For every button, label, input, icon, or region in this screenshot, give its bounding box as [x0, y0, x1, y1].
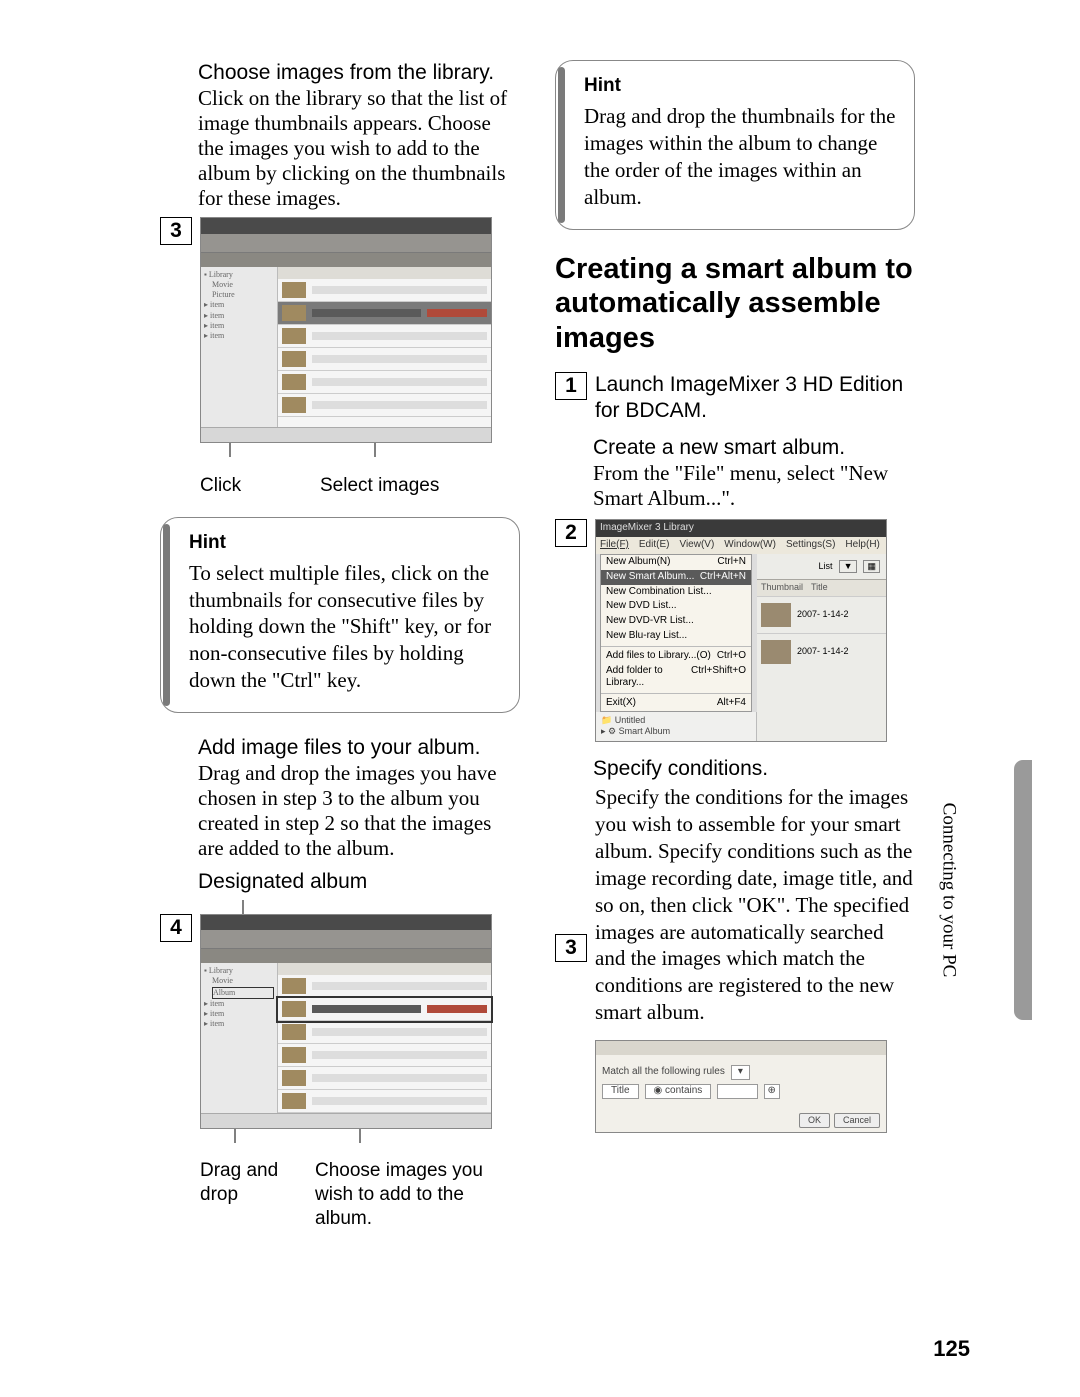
hint-text: To select multiple files, click on the t…: [189, 560, 501, 694]
left-column: Choose images from the library. Click on…: [160, 60, 520, 1240]
dropdown-icon[interactable]: ▾: [731, 1065, 750, 1080]
col-title: Title: [811, 582, 828, 594]
menu-add-folder[interactable]: Add folder to Library...Ctrl+Shift+O: [601, 664, 751, 692]
step3-number: 3: [160, 217, 192, 245]
r-step3-number: 3: [555, 934, 587, 962]
step4-designated-label: Designated album: [198, 869, 520, 895]
step4-callout-lines: [200, 1129, 490, 1147]
r-step1-number: 1: [555, 372, 587, 400]
list-label: List: [819, 561, 833, 573]
section-heading: Creating a smart album to automatically …: [555, 252, 915, 356]
hint-box-left: Hint To select multiple files, click on …: [160, 517, 520, 713]
side-tab: Connecting to your PC: [1010, 760, 1032, 1020]
step4-text: Drag and drop the images you have chosen…: [198, 761, 520, 861]
r-step2-text: From the "File" menu, select "New Smart …: [593, 461, 915, 511]
dropdown-icon[interactable]: ▼: [839, 560, 858, 574]
sidebar-smart-album[interactable]: ▸ ⚙ Smart Album: [601, 726, 751, 738]
step4-callout-choose: Choose images you wish to add to the alb…: [315, 1159, 520, 1232]
dlg-field-title[interactable]: Title: [602, 1084, 639, 1099]
r-step3-screenshot: Match all the following rules ▾ Title ◉ …: [595, 1040, 887, 1133]
step3-callout-lines: [200, 443, 490, 463]
page-number: 125: [933, 1336, 970, 1362]
grid-icon[interactable]: ▦: [863, 560, 880, 574]
step4-callout-drag: Drag and drop: [200, 1159, 315, 1208]
menu-new-dvdvr[interactable]: New DVD-VR List...: [601, 614, 751, 629]
step3-callout-click: Click: [200, 474, 280, 498]
hint-title-right: Hint: [584, 75, 896, 97]
menu-exit[interactable]: Exit(X)Alt+F4: [601, 696, 751, 711]
dlg-ok-button[interactable]: OK: [799, 1113, 830, 1129]
hint-box-right: Hint Drag and drop the thumbnails for th…: [555, 60, 915, 230]
step3-text: Click on the library so that the list of…: [198, 86, 520, 211]
menubar-settings[interactable]: Settings(S): [786, 539, 835, 552]
menu-new-dvd[interactable]: New DVD List...: [601, 599, 751, 614]
step4-screenshot: ▪ Library Movie Album ▸ item ▸ item ▸ it…: [200, 914, 492, 1130]
menu-new-album[interactable]: New Album(N)Ctrl+N: [601, 555, 751, 570]
step3-callout-select: Select images: [280, 474, 520, 498]
row-date-1: 2007- 1-14-2: [797, 609, 849, 621]
menu-new-bluray[interactable]: New Blu-ray List...: [601, 629, 751, 644]
menubar-edit[interactable]: Edit(E): [639, 539, 670, 552]
step4-top-pointer: [198, 900, 528, 914]
dlg-add-row-icon[interactable]: ⊕: [764, 1084, 780, 1099]
dlg-cancel-button[interactable]: Cancel: [834, 1113, 880, 1129]
r-step3-title: Specify conditions.: [593, 756, 915, 782]
hint-title: Hint: [189, 532, 501, 554]
menubar-view[interactable]: View(V): [679, 539, 714, 552]
menu-new-smart-album[interactable]: New Smart Album...Ctrl+Alt+N: [601, 570, 751, 585]
step3-screenshot: ▪ Library Movie Picture ▸ item ▸ item ▸ …: [200, 217, 492, 443]
step4-title: Add image files to your album.: [198, 735, 520, 761]
menubar-window[interactable]: Window(W): [724, 539, 776, 552]
dlg-match-label: Match all the following rules: [602, 1066, 725, 1079]
col-thumbnail: Thumbnail: [761, 582, 811, 594]
dlg-field-value[interactable]: [717, 1084, 757, 1099]
right-column: Hint Drag and drop the thumbnails for th…: [555, 60, 915, 1240]
r-step1-text: Launch ImageMixer 3 HD Edition for BDCAM…: [595, 373, 903, 423]
menubar-help[interactable]: Help(H): [845, 539, 879, 552]
step4-number: 4: [160, 914, 192, 942]
dlg-field-op[interactable]: ◉ contains: [645, 1084, 712, 1099]
r-step2-screenshot: ImageMixer 3 Library File(F) Edit(E) Vie…: [595, 519, 887, 742]
hint-text-right: Drag and drop the thumbnails for the ima…: [584, 103, 896, 211]
ss-window-title: ImageMixer 3 Library: [596, 520, 886, 537]
menubar-file[interactable]: File(F): [600, 539, 629, 552]
sidebar-untitled[interactable]: 📁 Untitled: [601, 715, 751, 727]
menu-new-combo[interactable]: New Combination List...: [601, 585, 751, 600]
r-step2-number: 2: [555, 519, 587, 547]
menu-add-files[interactable]: Add files to Library...(O)Ctrl+O: [601, 649, 751, 664]
row-date-2: 2007- 1-14-2: [797, 646, 849, 658]
side-tab-label: Connecting to your PC: [938, 803, 960, 978]
r-step3-text: Specify the conditions for the images yo…: [595, 784, 915, 1026]
r-step2-title: Create a new smart album.: [593, 435, 915, 461]
step3-title: Choose images from the library.: [198, 60, 520, 86]
